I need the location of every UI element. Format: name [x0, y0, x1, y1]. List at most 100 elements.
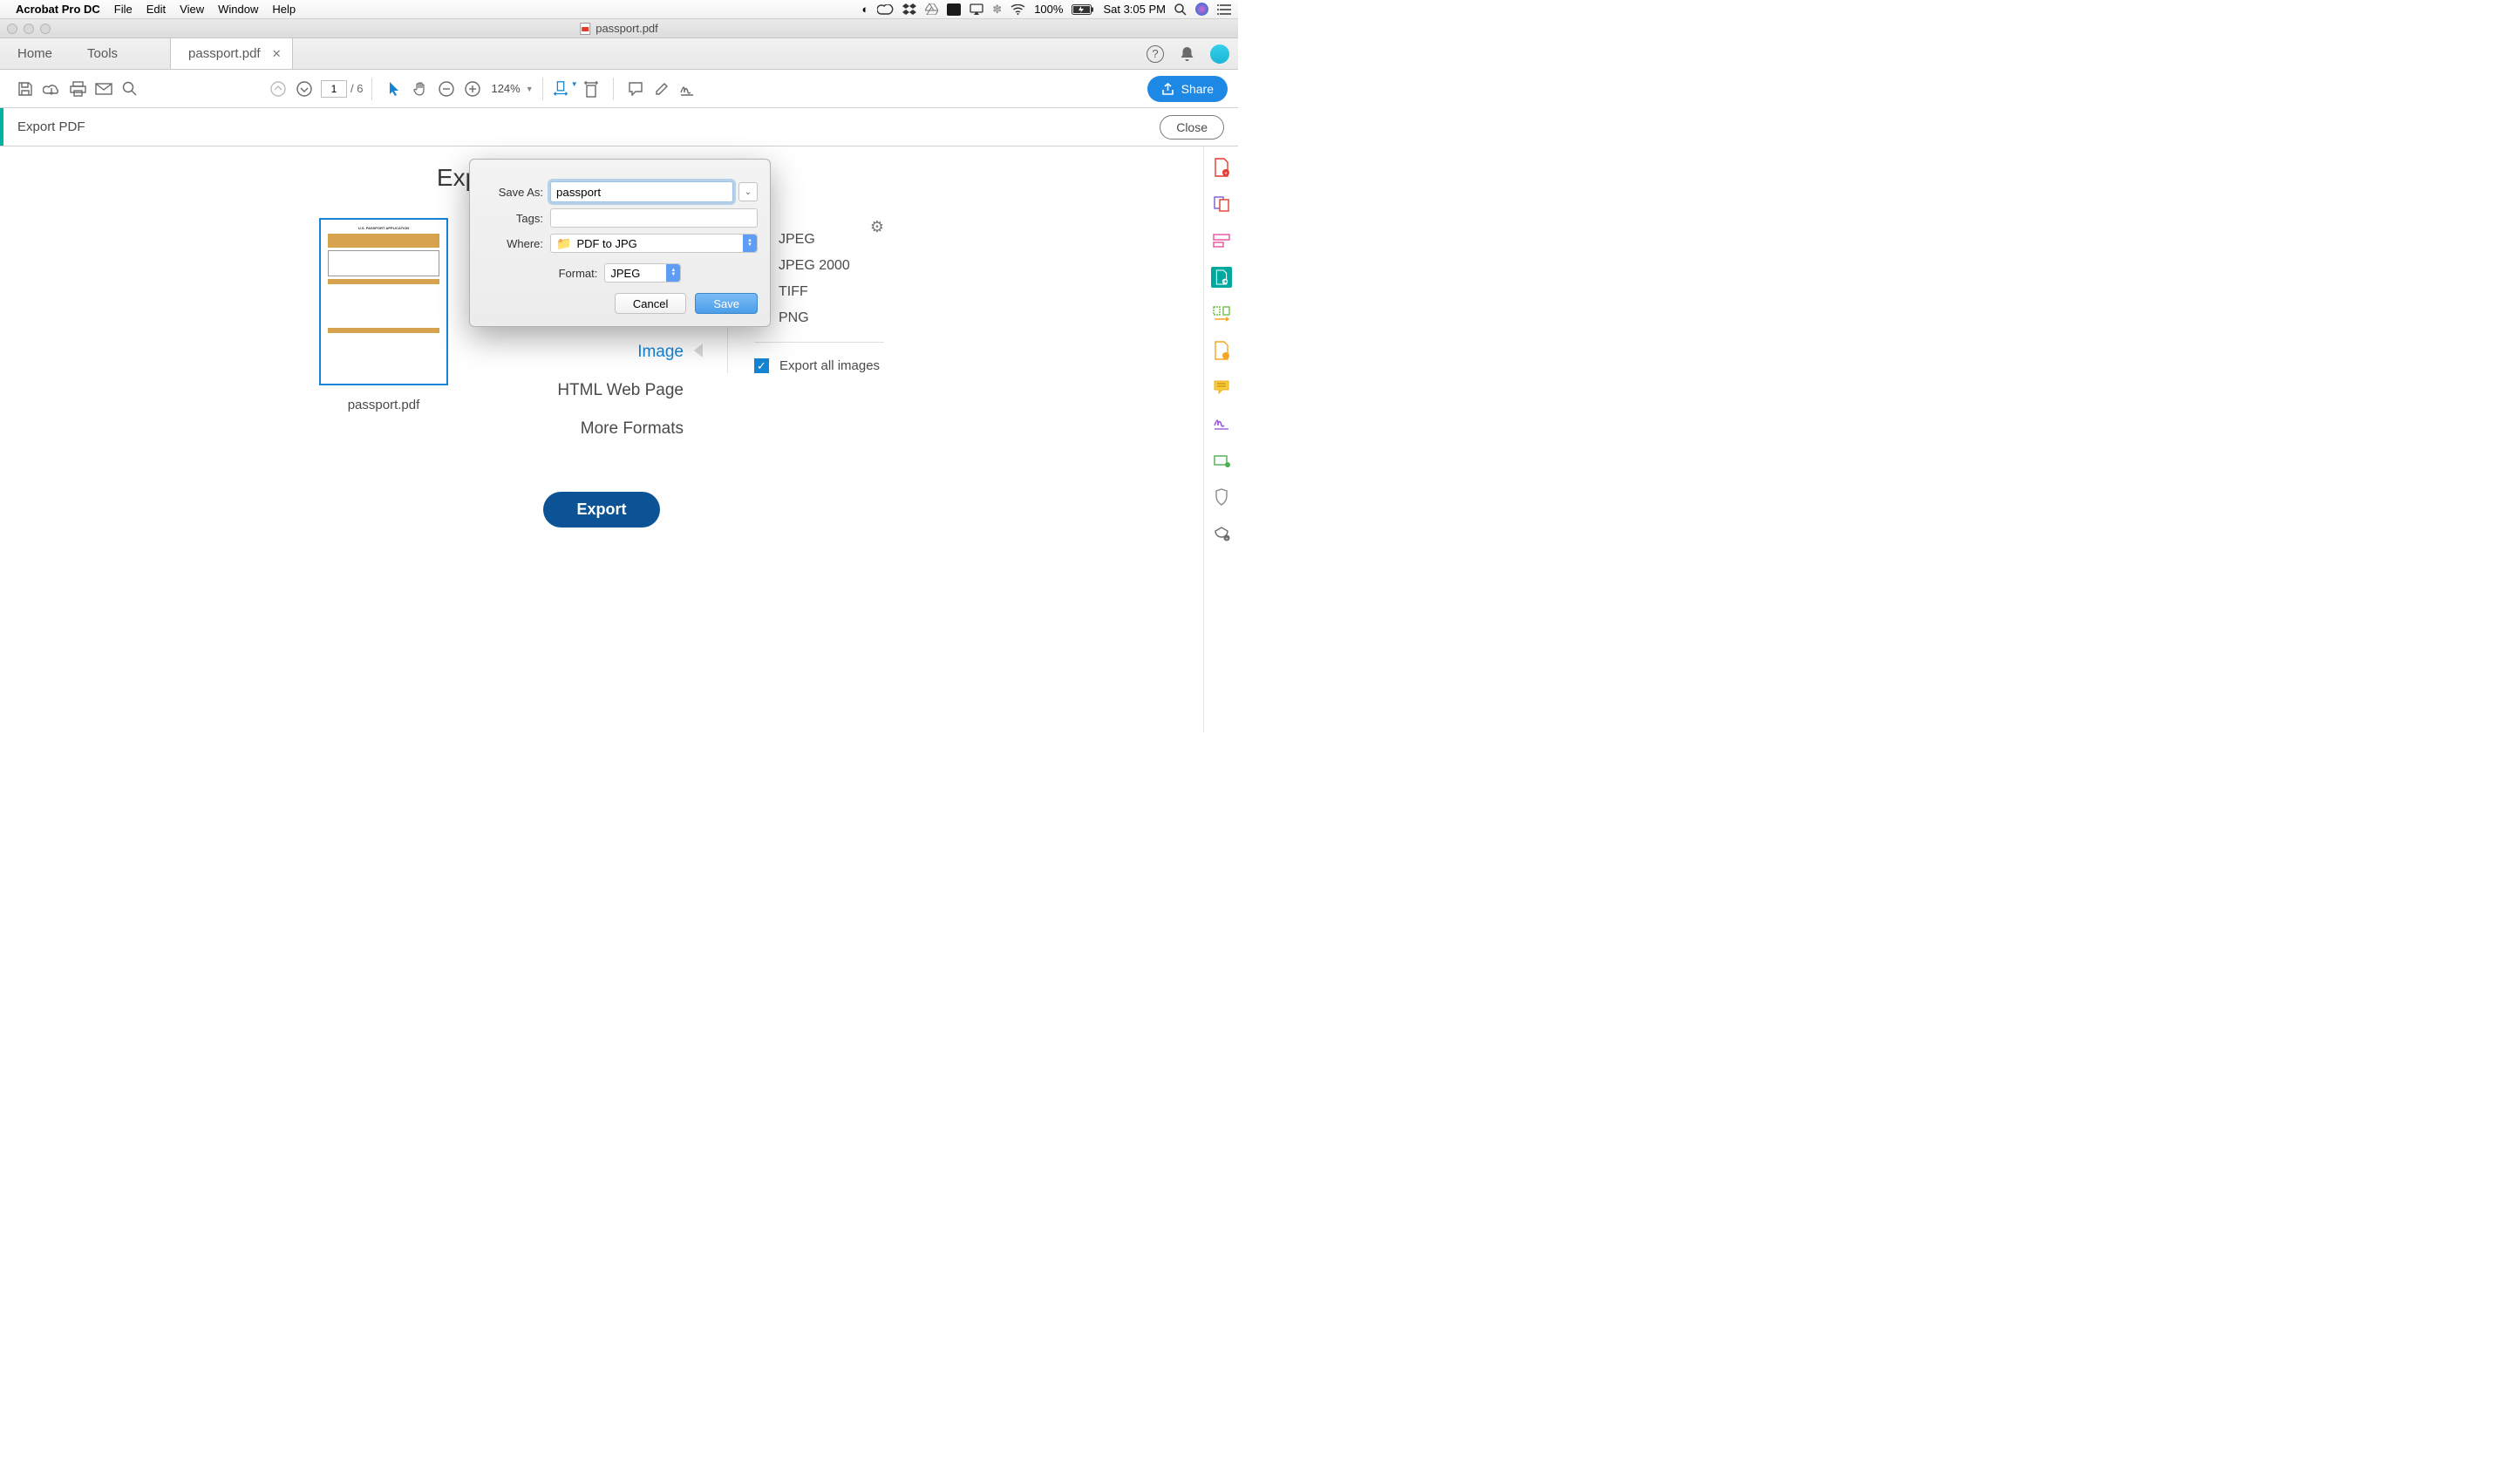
tool-protect-icon[interactable] [1211, 487, 1232, 507]
radio-jpeg2000[interactable]: JPEG 2000 [754, 258, 884, 274]
export-pdf-title: Export PDF [17, 119, 85, 134]
creative-cloud-icon[interactable] [877, 4, 894, 15]
format-image[interactable]: Image [492, 333, 684, 371]
tab-tools[interactable]: Tools [70, 38, 135, 69]
tool-organize-icon[interactable] [1211, 303, 1232, 324]
expand-dialog-icon[interactable]: ⌄ [738, 182, 758, 201]
cancel-button[interactable]: Cancel [615, 293, 686, 314]
sign-icon[interactable] [675, 82, 701, 96]
dropbox-icon[interactable] [902, 3, 916, 16]
help-icon[interactable]: ? [1147, 45, 1164, 63]
tab-bar: Home Tools passport.pdf ✕ ? [0, 38, 1238, 70]
page-down-icon[interactable] [291, 81, 317, 97]
print-icon[interactable] [65, 81, 91, 97]
tags-input[interactable] [550, 208, 758, 228]
radio-png[interactable]: PNG [754, 310, 884, 326]
app-name[interactable]: Acrobat Pro DC [16, 3, 100, 16]
window-title: passport.pdf [595, 22, 658, 35]
clock[interactable]: Sat 3:05 PM [1103, 3, 1166, 16]
quick-icon[interactable]: ✽ [992, 3, 1002, 17]
hand-tool-icon[interactable] [407, 81, 433, 97]
export-button[interactable]: Export [543, 492, 659, 528]
mail-icon[interactable] [91, 83, 117, 95]
radio-tiff[interactable]: TIFF [754, 284, 884, 300]
svg-text:+: + [1225, 537, 1228, 541]
battery-text: 100% [1034, 3, 1063, 16]
pdf-file-icon [580, 23, 590, 35]
where-select[interactable]: 📁 PDF to JPG ▲▼ [550, 234, 758, 253]
tool-export-pdf-icon[interactable] [1211, 267, 1232, 288]
siri-icon[interactable] [1195, 3, 1208, 16]
menu-help[interactable]: Help [272, 3, 296, 16]
macos-menubar: Acrobat Pro DC File Edit View Window Hel… [0, 0, 1238, 19]
radio-jpeg[interactable]: JPEG [754, 232, 884, 248]
tool-create-pdf-icon[interactable]: + [1211, 157, 1232, 178]
menu-list-icon[interactable] [1217, 4, 1231, 15]
menu-edit[interactable]: Edit [146, 3, 166, 16]
folder-icon: 📁 [556, 236, 571, 251]
menu-view[interactable]: View [180, 3, 204, 16]
page-total: / 6 [350, 82, 363, 95]
main-toolbar: / 6 124% ▼ ▼ Share [0, 70, 1238, 108]
svg-text:+: + [1223, 171, 1227, 177]
bell-icon[interactable] [1180, 46, 1194, 62]
menu-file[interactable]: File [114, 3, 133, 16]
export-all-checkbox[interactable]: ✓Export all images [754, 358, 884, 373]
select-tool-icon[interactable] [381, 81, 407, 97]
tab-document-label: passport.pdf [188, 46, 261, 61]
menu-window[interactable]: Window [218, 3, 258, 16]
tab-document[interactable]: passport.pdf ✕ [170, 38, 293, 69]
export-pdf-bar: Export PDF Close [0, 108, 1238, 146]
window-close[interactable] [7, 24, 17, 34]
tool-comments-icon[interactable] [1211, 340, 1232, 361]
avatar[interactable] [1210, 44, 1229, 64]
airplay-icon[interactable] [970, 3, 983, 15]
right-tool-rail: + + [1203, 146, 1238, 732]
fit-page-icon[interactable] [578, 80, 604, 98]
tool-fill-sign-icon[interactable] [1211, 413, 1232, 434]
window-zoom[interactable] [40, 24, 51, 34]
tab-home[interactable]: Home [0, 38, 70, 69]
menu-app-icon[interactable] [947, 3, 961, 16]
fit-width-icon[interactable]: ▼ [552, 80, 578, 98]
format-label: Format: [559, 267, 598, 280]
page-number-input[interactable] [321, 80, 347, 98]
save-button[interactable]: Save [695, 293, 758, 314]
tool-combine-icon[interactable] [1211, 194, 1232, 214]
gdrive-icon[interactable] [925, 3, 938, 15]
window-minimize[interactable] [24, 24, 34, 34]
tool-scan-icon[interactable] [1211, 450, 1232, 471]
zoom-dropdown-icon[interactable]: ▼ [526, 85, 534, 93]
format-more[interactable]: More Formats [492, 410, 684, 448]
highlight-icon[interactable] [649, 81, 675, 97]
tool-note-icon[interactable] [1211, 377, 1232, 398]
tab-close-icon[interactable]: ✕ [272, 47, 282, 61]
format-html[interactable]: HTML Web Page [492, 371, 684, 410]
zoom-out-icon[interactable] [433, 81, 459, 97]
share-button[interactable]: Share [1147, 76, 1228, 102]
thumbnail-name: passport.pdf [348, 398, 420, 412]
zoom-value[interactable]: 124% [491, 82, 520, 95]
spotlight-icon[interactable] [1174, 3, 1187, 16]
where-label: Where: [482, 237, 543, 250]
status-dot-icon[interactable]: ◐ [861, 3, 868, 16]
cloud-icon[interactable] [38, 82, 65, 96]
search-icon[interactable] [117, 81, 143, 97]
tags-label: Tags: [482, 212, 543, 225]
save-icon[interactable] [12, 81, 38, 97]
wifi-icon[interactable] [1011, 4, 1025, 15]
zoom-in-icon[interactable] [459, 81, 486, 97]
tool-edit-pdf-icon[interactable] [1211, 230, 1232, 251]
format-select[interactable]: JPEG ▲▼ [604, 263, 681, 283]
tool-more-icon[interactable]: + [1211, 523, 1232, 544]
battery-icon[interactable] [1072, 4, 1094, 15]
close-button[interactable]: Close [1160, 115, 1224, 140]
save-as-input[interactable] [550, 181, 733, 202]
page-up-icon[interactable] [265, 81, 291, 97]
save-as-label: Save As: [482, 186, 543, 199]
window-titlebar: passport.pdf [0, 19, 1238, 38]
document-thumbnail[interactable]: U.S. PASSPORT APPLICATION [319, 218, 448, 385]
save-dialog: Save As: ⌄ Tags: Where: 📁 PDF to JPG ▲▼ … [469, 159, 771, 327]
gear-icon[interactable]: ⚙ [870, 218, 884, 236]
comment-icon[interactable] [623, 81, 649, 96]
